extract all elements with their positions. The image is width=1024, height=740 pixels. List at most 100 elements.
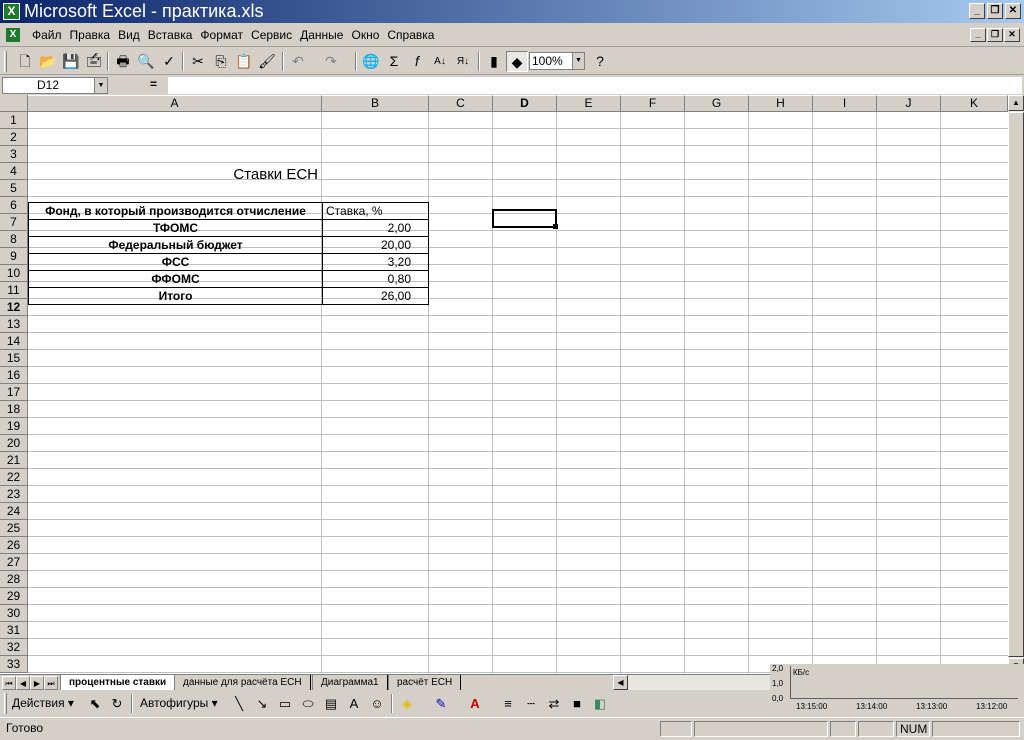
line-style-icon[interactable]: ≡ [497, 693, 519, 714]
column-header-c[interactable]: C [429, 95, 493, 112]
menu-file[interactable]: Файл [28, 24, 66, 47]
formula-input[interactable] [168, 77, 1022, 94]
minimize-button[interactable]: _ [969, 3, 985, 19]
row-header-22[interactable]: 22 [0, 469, 28, 486]
scroll-up-icon[interactable]: ▲ [1008, 95, 1024, 111]
doc-restore-button[interactable]: ❐ [987, 28, 1003, 42]
redo-icon[interactable]: ↷ [320, 51, 342, 72]
fund-cell[interactable]: Федеральный бюджет [28, 236, 323, 254]
fill-handle[interactable] [553, 224, 558, 229]
select-all-corner[interactable] [0, 95, 28, 112]
column-header-k[interactable]: K [941, 95, 1008, 112]
fund-cell[interactable]: ФСС [28, 253, 323, 271]
row-header-5[interactable]: 5 [0, 180, 28, 197]
new-icon[interactable]: 🗋 [14, 51, 36, 72]
zoom-select[interactable]: 100% ▼ [529, 52, 585, 70]
cut-icon[interactable]: ✂ [187, 51, 209, 72]
toolbar-grip[interactable] [4, 51, 7, 72]
doc-close-button[interactable]: ✕ [1004, 28, 1020, 42]
column-header-d[interactable]: D [493, 95, 557, 112]
paste-icon[interactable]: 📋 [233, 51, 255, 72]
actions-menu[interactable]: Действия ▾ [12, 693, 74, 714]
hyperlink-icon[interactable]: 🌐 [360, 51, 382, 72]
tab-esn-calc[interactable]: расчёт ЕСН [388, 675, 462, 690]
row-header-32[interactable]: 32 [0, 639, 28, 656]
chart-wizard-icon[interactable]: ▮ [483, 51, 505, 72]
formula-equals-label[interactable]: = [150, 77, 157, 91]
sort-asc-icon[interactable]: A↓ [429, 51, 451, 72]
menu-data[interactable]: Данные [296, 24, 347, 47]
drawing-toolbar-grip[interactable] [4, 693, 7, 714]
row-header-29[interactable]: 29 [0, 588, 28, 605]
fill-color-icon[interactable]: ◈ [396, 693, 418, 714]
row-header-1[interactable]: 1 [0, 112, 28, 129]
sheet-title[interactable]: Ставки ЕСН [28, 166, 322, 183]
line-color-icon[interactable]: ✎ [430, 693, 452, 714]
row-header-6[interactable]: 6 [0, 197, 28, 214]
row-header-33[interactable]: 33 [0, 656, 28, 673]
arrow-icon[interactable]: ↘ [251, 693, 273, 714]
row-header-31[interactable]: 31 [0, 622, 28, 639]
shadow-icon[interactable]: ■ [566, 693, 588, 714]
row-header-4[interactable]: 4 [0, 163, 28, 180]
textbox-icon[interactable]: ▤ [320, 693, 342, 714]
menu-window[interactable]: Окно [347, 24, 383, 47]
maximize-button[interactable]: ❐ [987, 3, 1003, 19]
row-header-30[interactable]: 30 [0, 605, 28, 622]
row-header-2[interactable]: 2 [0, 129, 28, 146]
rate-cell[interactable]: 0,80 [322, 270, 429, 288]
print-icon[interactable]: 🖶 [112, 51, 134, 72]
last-sheet-icon[interactable]: ⏭ [44, 676, 58, 690]
menu-format[interactable]: Формат [196, 24, 247, 47]
worksheet-grid[interactable]: A B C D E F G H I J K 1 2 3 4 5 6 7 8 9 10 11 12 13 1… [0, 95, 1008, 674]
menu-insert[interactable]: Вставка [144, 24, 197, 47]
column-header-h[interactable]: H [749, 95, 813, 112]
first-sheet-icon[interactable]: ⏮ [2, 676, 16, 690]
active-cell-d12[interactable] [492, 209, 557, 228]
workbook-icon[interactable]: X [6, 28, 20, 42]
font-color-icon[interactable]: A [464, 693, 486, 714]
column-header-g[interactable]: G [685, 95, 749, 112]
column-header-f[interactable]: F [621, 95, 685, 112]
row-header-10[interactable]: 10 [0, 265, 28, 282]
doc-minimize-button[interactable]: _ [970, 28, 986, 42]
menu-tools[interactable]: Сервис [247, 24, 296, 47]
oval-icon[interactable]: ⬭ [297, 693, 319, 714]
column-header-e[interactable]: E [557, 95, 621, 112]
header-rate[interactable]: Ставка, % [322, 202, 429, 220]
open-icon[interactable]: 📂 [37, 51, 59, 72]
arrow-style-icon[interactable]: ⇄ [543, 693, 565, 714]
excel-icon[interactable]: X [3, 3, 20, 20]
tab-esn-data[interactable]: данные для расчёта ЕСН [174, 675, 311, 690]
format-painter-icon[interactable]: 🖌 [256, 51, 278, 72]
rectangle-icon[interactable]: ▭ [274, 693, 296, 714]
row-header-26[interactable]: 26 [0, 537, 28, 554]
dash-style-icon[interactable]: ┄ [520, 693, 542, 714]
row-header-24[interactable]: 24 [0, 503, 28, 520]
prev-sheet-icon[interactable]: ◀ [16, 676, 30, 690]
total-rate-cell[interactable]: 26,00 [322, 287, 429, 305]
row-header-16[interactable]: 16 [0, 367, 28, 384]
clipart-icon[interactable]: ☺ [366, 693, 388, 714]
help-icon[interactable]: ? [589, 51, 611, 72]
line-icon[interactable]: ╲ [228, 693, 250, 714]
column-header-i[interactable]: I [813, 95, 877, 112]
column-header-j[interactable]: J [877, 95, 941, 112]
menu-view[interactable]: Вид [114, 24, 144, 47]
3d-icon[interactable]: ◧ [589, 693, 611, 714]
rate-cell[interactable]: 2,00 [322, 219, 429, 237]
fund-cell[interactable]: ФФОМС [28, 270, 323, 288]
rate-cell[interactable]: 20,00 [322, 236, 429, 254]
permission-icon[interactable]: 🖆 [83, 51, 105, 72]
row-header-11[interactable]: 11 [0, 282, 28, 299]
print-preview-icon[interactable]: 🔍 [135, 51, 157, 72]
autosum-icon[interactable]: Σ [383, 51, 405, 72]
name-box[interactable]: D12 ▼ [2, 77, 108, 94]
next-sheet-icon[interactable]: ▶ [30, 676, 44, 690]
sort-desc-icon[interactable]: Я↓ [452, 51, 474, 72]
select-objects-icon[interactable]: ⬉ [84, 693, 106, 714]
fund-cell[interactable]: ТФОМС [28, 219, 323, 237]
row-header-9[interactable]: 9 [0, 248, 28, 265]
wordart-icon[interactable]: A [343, 693, 365, 714]
row-header-12[interactable]: 12 [0, 299, 28, 316]
